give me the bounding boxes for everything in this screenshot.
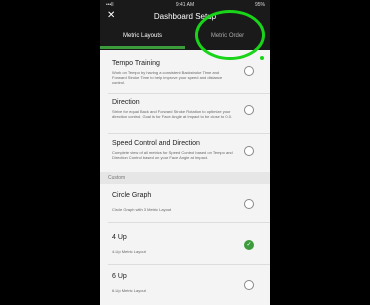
battery-indicator: 95% (254, 2, 265, 8)
option-description: 4-Up Metric Layout (112, 249, 146, 254)
option-title: Circle Graph (112, 192, 152, 199)
option-description: 6-Up Metric Layout (112, 288, 146, 293)
option-description: Work on Tempo by having a consistent Bac… (112, 70, 223, 85)
section-header-custom: Custom (100, 172, 270, 184)
divider (108, 93, 270, 94)
section-label: Custom (108, 175, 126, 181)
option-title: 4 Up (112, 234, 127, 241)
option-description: Complete view of all metrics for Speed C… (112, 150, 233, 160)
status-bar: •••ll 9:41 AM 95% (100, 2, 270, 10)
option-radio[interactable] (244, 199, 254, 209)
option-radio[interactable] (244, 66, 254, 76)
option-title: Tempo Training (112, 60, 160, 67)
highlight-circle-annotation (195, 10, 265, 60)
divider (108, 264, 270, 265)
option-radio[interactable] (244, 280, 254, 290)
option-radio-selected[interactable] (244, 240, 254, 250)
active-tab-indicator (100, 46, 185, 49)
option-description: Strive for equal Back and Forward Stroke… (112, 109, 233, 119)
tab-metric-layouts[interactable]: Metric Layouts (100, 33, 185, 39)
status-time: 9:41 AM (175, 2, 195, 8)
divider (108, 222, 270, 223)
option-title: 6 Up (112, 273, 127, 280)
divider (108, 133, 270, 134)
annotation-dot (260, 56, 264, 60)
option-title: Direction (112, 99, 140, 106)
option-description: Circle Graph with 3 Metric Layout (112, 207, 172, 212)
option-radio[interactable] (244, 146, 254, 156)
option-title: Speed Control and Direction (112, 140, 200, 147)
option-radio[interactable] (244, 105, 254, 115)
